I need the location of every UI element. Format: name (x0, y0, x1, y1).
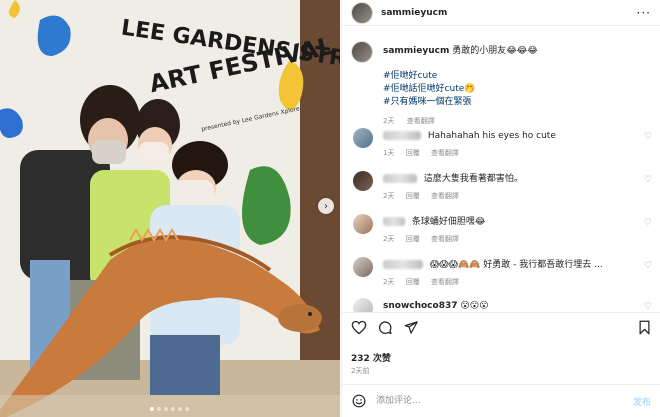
comment-time: 2天 (383, 192, 395, 200)
post-header: sammieyucm ··· (342, 0, 660, 26)
carousel-dot (171, 407, 175, 411)
heart-icon[interactable]: ♡ (644, 175, 652, 185)
carousel-dot (164, 407, 168, 411)
comment-text: Hahahahah his eyes ho cute (427, 131, 556, 141)
translate-link[interactable]: 查看翻譯 (431, 149, 459, 157)
caption-text: 勇敢的小朋友😂😂😂 (452, 46, 538, 56)
comment-bubble-icon[interactable] (377, 320, 393, 335)
likes-count[interactable]: 232 次赞 (351, 351, 391, 364)
commenter-avatar[interactable] (353, 298, 373, 312)
comment-time: 1天 (383, 149, 395, 157)
author-username[interactable]: sammieyucm (381, 8, 447, 18)
commenter-avatar[interactable] (353, 214, 373, 234)
carousel-dot (157, 407, 161, 411)
caption-translate-link[interactable]: 查看翻譯 (407, 117, 435, 125)
post-date[interactable]: 2天前 (351, 366, 369, 376)
comment-time: 2天 (383, 278, 395, 286)
carousel-dot (150, 407, 154, 411)
post-media[interactable]: LEE GARDENS STREET ART FESTIVAL presente… (0, 0, 340, 417)
heart-icon[interactable]: ♡ (644, 302, 652, 312)
hidden-username (383, 217, 405, 226)
post-comment-button[interactable]: 发布 (633, 395, 651, 408)
author-avatar[interactable] (351, 1, 373, 24)
more-options-icon[interactable]: ··· (637, 6, 651, 20)
bookmark-icon[interactable] (638, 320, 651, 335)
hidden-username (383, 174, 417, 183)
carousel-dot (178, 407, 182, 411)
hashtag-link[interactable]: #佢哋話佢哋好cute🤭 (383, 83, 653, 96)
translate-link[interactable]: 查看翻譯 (431, 192, 459, 200)
heart-icon[interactable]: ♡ (644, 218, 652, 228)
translate-link[interactable]: 查看翻譯 (431, 278, 459, 286)
chevron-right-icon: › (324, 200, 328, 212)
carousel-next-button[interactable]: › (318, 198, 334, 214)
caption-time: 2天 (383, 117, 395, 125)
like-heart-icon[interactable] (351, 320, 367, 335)
emoji-icon[interactable] (352, 394, 366, 408)
reply-link[interactable]: 回覆 (406, 149, 420, 157)
commenter-avatar[interactable] (353, 128, 373, 148)
share-send-icon[interactable] (403, 320, 419, 335)
reply-link[interactable]: 回覆 (406, 235, 420, 243)
comment-text: 😱😱😱🙈🙈 好勇敢 - 我行都吾敢行埋去 ... (429, 260, 603, 270)
comment-composer: 发布 (342, 384, 660, 417)
carousel-dot (185, 407, 189, 411)
hashtag-link[interactable]: #佢哋好cute (383, 70, 653, 83)
hashtag-link[interactable]: #只有媽咪一個在緊張 (383, 96, 653, 109)
heart-icon[interactable]: ♡ (644, 261, 652, 271)
comment-text: 😮😮😮 (460, 301, 489, 311)
comment-time: 2天 (383, 235, 395, 243)
post-sidebar: sammieyucm ··· sammieyucm 勇敢的小朋友😂😂😂 #佢哋好… (341, 0, 660, 417)
reply-link[interactable]: 回覆 (406, 192, 420, 200)
post-photo: LEE GARDENS STREET ART FESTIVAL presente… (0, 0, 340, 417)
comments-list[interactable]: sammieyucm 勇敢的小朋友😂😂😂 #佢哋好cute #佢哋話佢哋好cut… (342, 36, 660, 312)
commenter-avatar[interactable] (353, 257, 373, 277)
commenter-username[interactable]: snowchoco837 (383, 301, 458, 311)
carousel-dots (150, 407, 189, 411)
comment-input[interactable] (376, 393, 596, 409)
post-actions: 232 次赞 2天前 (342, 312, 660, 375)
hidden-username (383, 260, 423, 269)
caption-username[interactable]: sammieyucm (383, 46, 449, 56)
caption-avatar[interactable] (351, 41, 373, 63)
comment-text: 這麼大隻我看著都害怕。 (423, 174, 523, 184)
comment-text: 条球蛹好佃胆嘿😂 (411, 217, 486, 227)
hidden-username (383, 131, 421, 140)
reply-link[interactable]: 回覆 (406, 278, 420, 286)
commenter-avatar[interactable] (353, 171, 373, 191)
translate-link[interactable]: 查看翻譯 (431, 235, 459, 243)
heart-icon[interactable]: ♡ (644, 132, 652, 142)
